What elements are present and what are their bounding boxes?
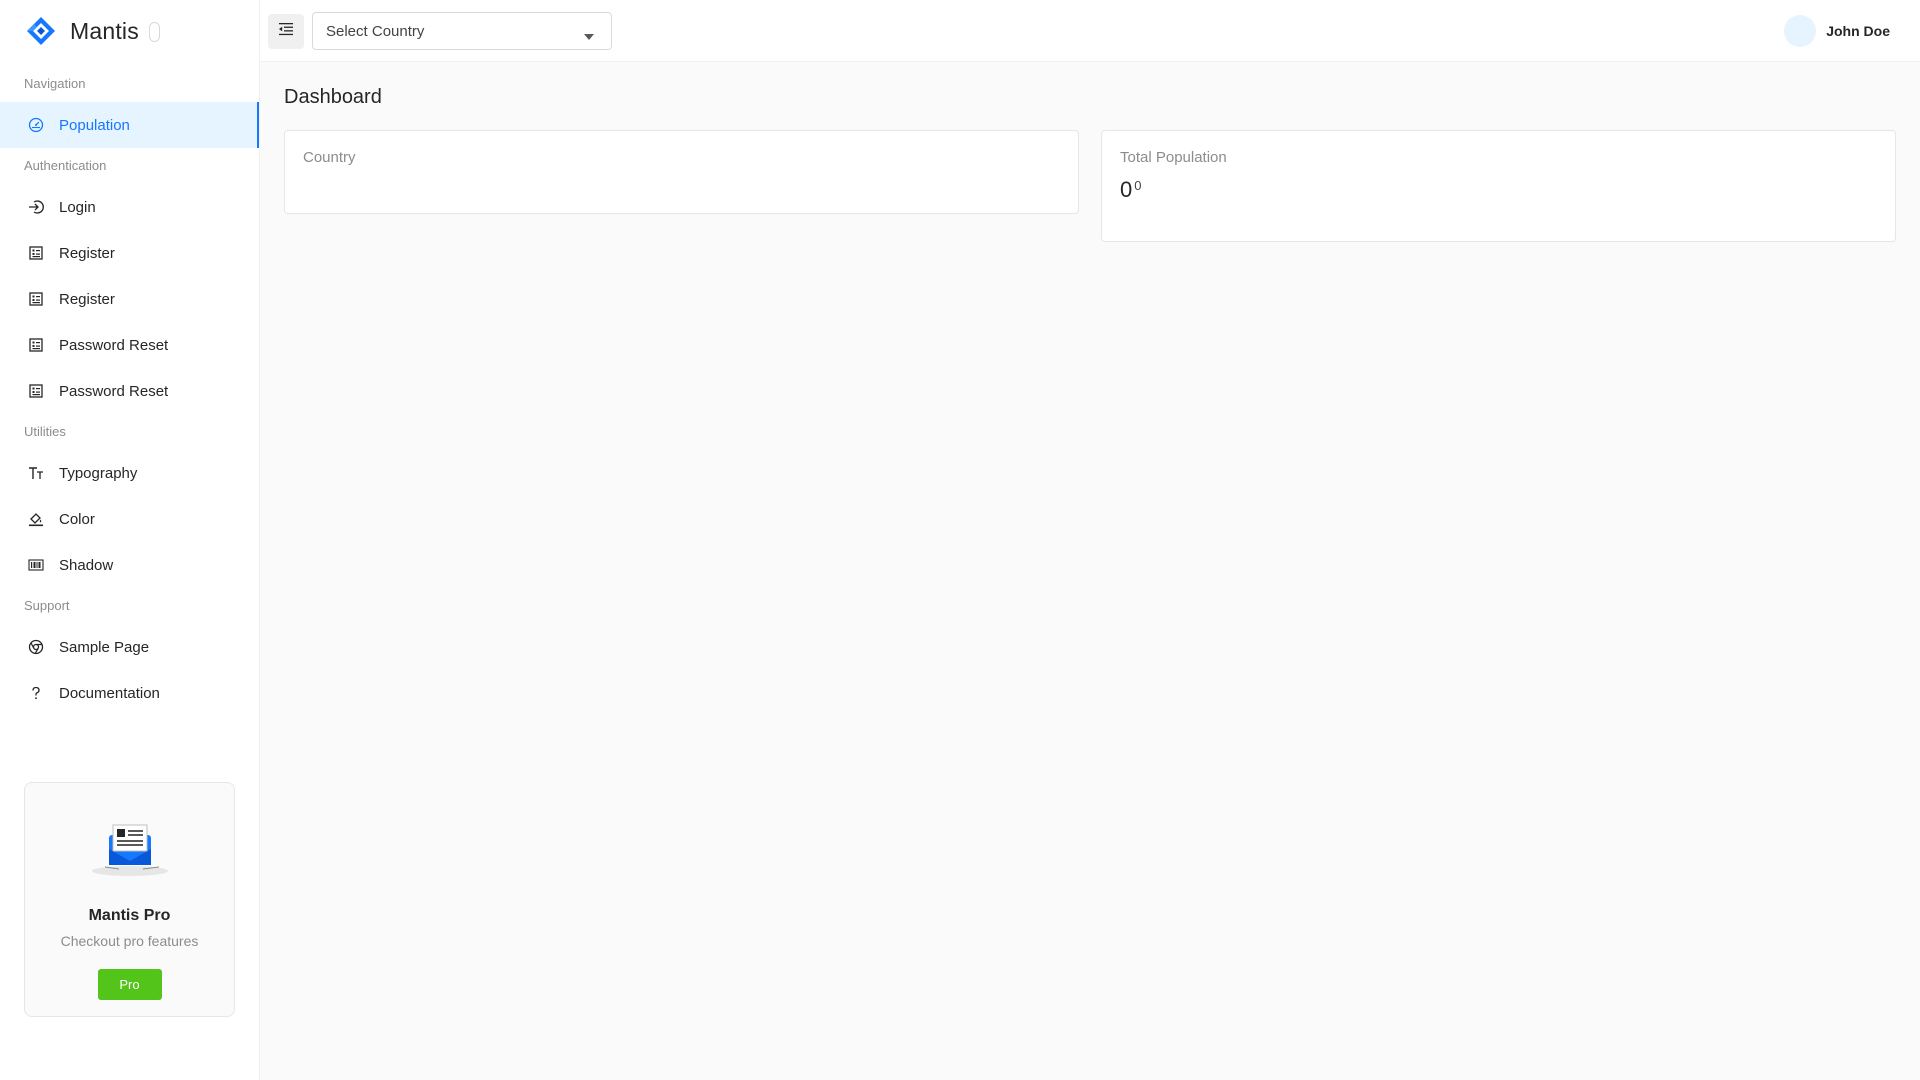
promo-subtitle: Checkout pro features	[60, 933, 199, 949]
version-chip	[148, 22, 160, 42]
sidebar-item-shadow[interactable]: Shadow	[0, 542, 259, 588]
sidebar-item-typography[interactable]: Typography	[0, 450, 259, 496]
dashboard-icon	[27, 116, 45, 134]
sidebar-item-label: Register	[59, 244, 115, 262]
sidebar-item-sample-page[interactable]: Sample Page	[0, 624, 259, 670]
page-title: Dashboard	[284, 86, 382, 108]
profile-icon	[27, 382, 45, 400]
user-profile-button[interactable]: John Doe	[1784, 14, 1890, 48]
sidebar-item-label: Password Reset	[59, 336, 169, 354]
sidebar-item-label: Color	[59, 510, 95, 528]
barcode-icon	[27, 556, 45, 574]
sidebar-item-password-reset[interactable]: Password Reset	[0, 322, 259, 368]
profile-icon	[27, 290, 45, 308]
sidebar-item-login[interactable]: Login	[0, 184, 259, 230]
avatar	[1784, 15, 1817, 47]
sidebar-item-label: Login	[59, 198, 96, 216]
sidebar-item-label: Password Reset	[59, 382, 169, 400]
font-size-icon	[27, 464, 45, 482]
country-select-value: Select Country	[326, 22, 425, 40]
sidebar-item-label: Sample Page	[59, 638, 150, 656]
country-select[interactable]: Select Country	[312, 12, 612, 50]
nav-caption: Support	[24, 598, 70, 613]
nav-caption: Utilities	[24, 424, 66, 439]
sidebar-item-password-reset[interactable]: Password Reset	[0, 368, 259, 414]
question-icon	[27, 684, 45, 702]
promo-title: Mantis Pro	[88, 907, 171, 924]
sidebar-item-label: Shadow	[59, 556, 114, 574]
population-superscript: 0	[1134, 178, 1142, 193]
sidebar-item-label: Documentation	[59, 684, 160, 702]
app-root: Mantis Navigation Population Authenticatio…	[0, 0, 1920, 1080]
country-card-label: Country	[303, 149, 356, 166]
total-population-card: Total Population 0 0	[1101, 130, 1896, 242]
sidebar-item-documentation[interactable]: Documentation	[0, 670, 259, 716]
nav-caption: Authentication	[24, 158, 107, 173]
nav-caption: Navigation	[24, 76, 86, 91]
brand[interactable]: Mantis	[0, 0, 259, 62]
promo-illustration-icon	[85, 819, 175, 879]
sidebar-item-label: Typography	[59, 464, 138, 482]
sidebar: Mantis Navigation Population Authenticatio…	[0, 0, 260, 1080]
sidebar-item-label: Population	[59, 116, 130, 134]
total-population-label: Total Population	[1120, 149, 1227, 166]
sidebar-nav: Navigation Population Authentication Login R…	[0, 72, 259, 716]
country-card: Country	[284, 130, 1079, 214]
menu-fold-icon	[278, 21, 294, 42]
sidebar-item-label: Register	[59, 290, 115, 308]
login-icon	[27, 198, 45, 216]
brand-name: Mantis	[70, 17, 139, 44]
sidebar-item-register[interactable]: Register	[0, 276, 259, 322]
sidebar-item-population[interactable]: Population	[0, 102, 259, 148]
user-name: John Doe	[1826, 23, 1890, 39]
chrome-icon	[27, 638, 45, 656]
main-content: Dashboard Country Total Population 0 0	[260, 62, 1920, 1080]
total-population-value: 0 0	[1120, 177, 1141, 203]
pro-promo-card: Mantis Pro Checkout pro features Pro	[24, 782, 235, 1017]
profile-icon	[27, 336, 45, 354]
bg-colors-icon	[27, 510, 45, 528]
mantis-logo-icon	[24, 14, 58, 48]
menu-toggle-button[interactable]	[268, 14, 304, 49]
sidebar-item-register[interactable]: Register	[0, 230, 259, 276]
top-header: Select Country John Doe	[260, 0, 1920, 62]
population-number: 0	[1120, 177, 1133, 202]
profile-icon	[27, 244, 45, 262]
sidebar-item-color[interactable]: Color	[0, 496, 259, 542]
caret-down-icon	[583, 28, 595, 46]
pro-button[interactable]: Pro	[97, 969, 162, 1000]
